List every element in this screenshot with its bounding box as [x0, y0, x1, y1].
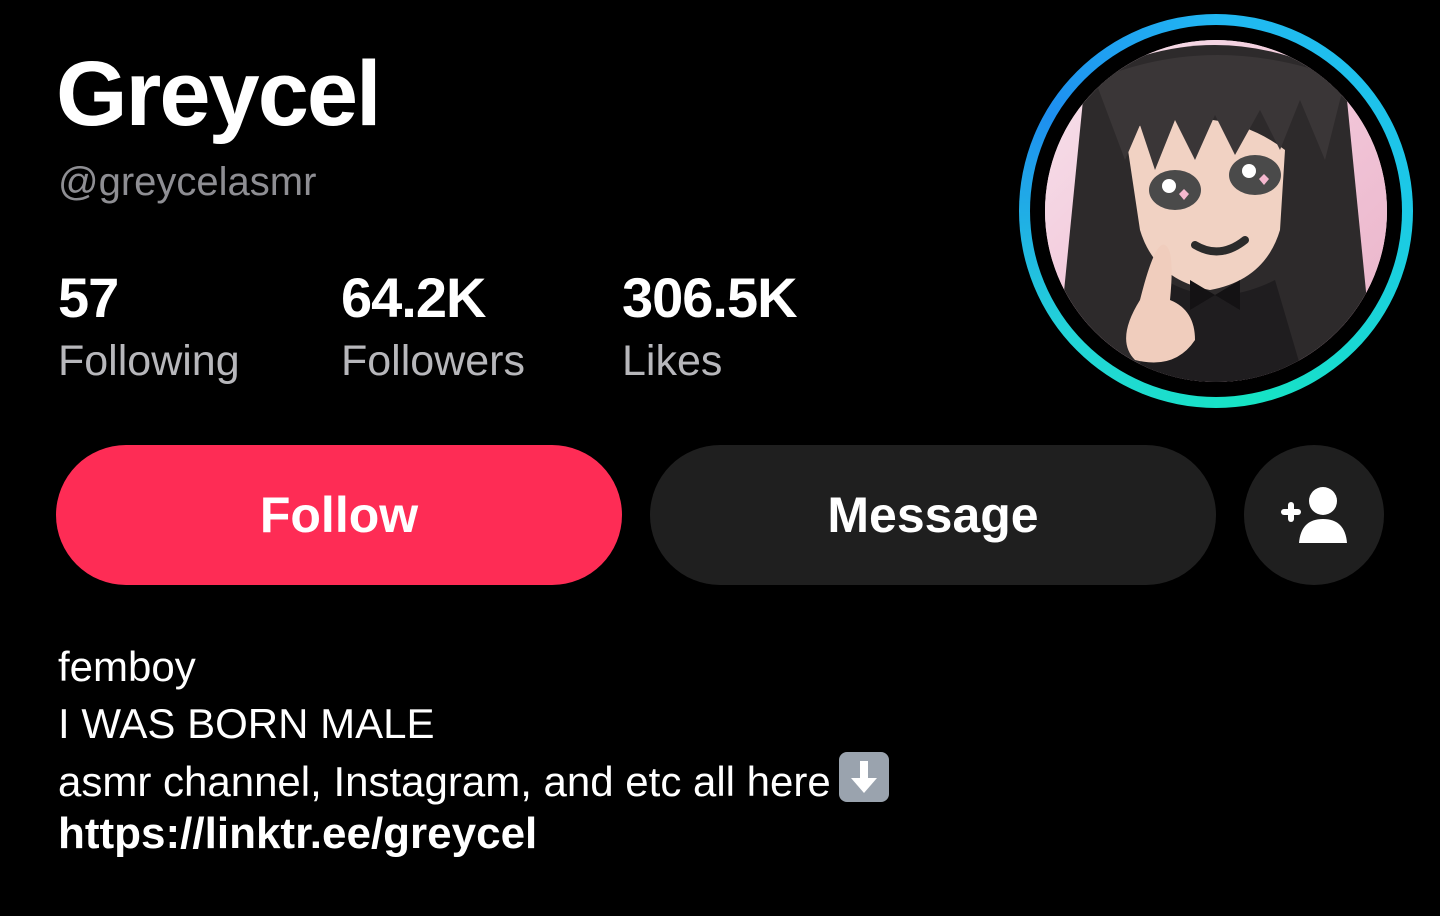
bio-line-with-arrow: asmr channel, Instagram, and etc all her… [58, 752, 889, 810]
person-add-icon [1281, 487, 1347, 543]
bio-link[interactable]: https://linktr.ee/greycel [58, 812, 537, 856]
stat-followers[interactable]: 64.2K Followers [341, 270, 525, 383]
bio-line-text: asmr channel, Instagram, and etc all her… [58, 758, 831, 805]
bio-line: I WAS BORN MALE [58, 700, 435, 747]
down-arrow-emoji-icon [838, 752, 889, 802]
avatar-ring-gap [1030, 25, 1402, 397]
profile-handle: @greycelasmr [58, 160, 317, 204]
avatar-illustration [1045, 40, 1387, 382]
following-label: Following [58, 337, 240, 385]
follow-button[interactable]: Follow [56, 445, 622, 585]
add-friend-button[interactable] [1244, 445, 1384, 585]
following-count: 57 [58, 266, 119, 329]
stat-likes: 306.5K Likes [622, 266, 798, 385]
followers-label: Followers [341, 337, 525, 385]
profile-display-name: Greycel [56, 43, 382, 145]
followers-count: 64.2K [341, 266, 486, 329]
avatar-story-ring[interactable] [1019, 14, 1413, 408]
stat-following[interactable]: 57 Following [58, 270, 240, 383]
likes-label: Likes [622, 337, 723, 385]
bio-line: femboy [58, 643, 196, 690]
message-button[interactable]: Message [650, 445, 1216, 585]
bio: femboy I WAS BORN MALE asmr channel, Ins… [58, 638, 889, 810]
avatar[interactable] [1045, 40, 1387, 382]
likes-count: 306.5K [622, 266, 798, 329]
